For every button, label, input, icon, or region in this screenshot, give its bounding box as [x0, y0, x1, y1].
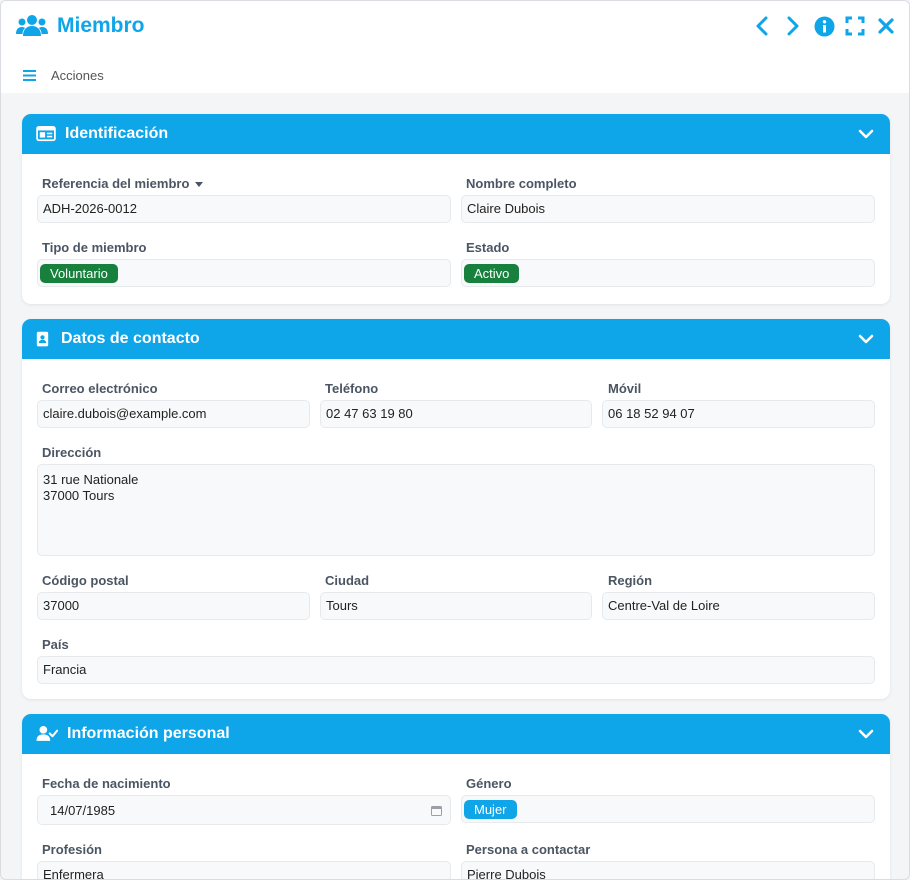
info-icon [814, 16, 834, 36]
chevron-down-icon [858, 729, 874, 739]
telefono-label: Teléfono [325, 381, 379, 396]
estado-badge: Activo [464, 264, 520, 283]
calendar-icon[interactable] [431, 805, 442, 816]
users-icon [16, 15, 48, 36]
title-bar: Miembro [1, 1, 909, 53]
member-window: Miembro Acciones Identificación Referenc… [0, 0, 910, 880]
caret-down-icon [195, 182, 204, 188]
estado-field[interactable]: Activo [461, 259, 875, 287]
ref-label[interactable]: Referencia del miembro [42, 176, 204, 191]
window-title: Miembro [57, 14, 145, 37]
telefono-field[interactable]: 02 47 63 19 80 [320, 400, 592, 428]
chevron-left-icon [756, 16, 768, 36]
genero-label: Género [466, 776, 512, 791]
tipo-label: Tipo de miembro [42, 240, 147, 255]
cp-label: Código postal [42, 573, 129, 588]
ref-field[interactable]: ADH-2026-0012 [37, 195, 451, 223]
profesion-field[interactable]: Enfermera [37, 861, 451, 879]
nacimiento-value: 14/07/1985 [50, 803, 116, 818]
chevron-right-icon [787, 16, 799, 36]
direccion-field[interactable]: 31 rue Nationale 37000 Tours [37, 464, 875, 556]
email-field[interactable]: claire.dubois@example.com [37, 400, 310, 428]
previous-button[interactable] [751, 15, 773, 37]
profesion-label: Profesión [42, 842, 102, 857]
close-button[interactable] [875, 15, 897, 37]
tipo-field[interactable]: Voluntario [37, 259, 451, 287]
genero-field[interactable]: Mujer [461, 795, 875, 823]
persona-contacto-field[interactable]: Pierre Dubois [461, 861, 875, 879]
movil-label: Móvil [608, 381, 642, 396]
expand-icon [845, 16, 865, 36]
tipo-badge: Voluntario [40, 264, 118, 283]
persona-contacto-label: Persona a contactar [466, 842, 591, 857]
identificacion-header[interactable]: Identificación [22, 114, 890, 154]
personal-title: Información personal [67, 725, 230, 742]
identificacion-section: Identificación Referencia del miembro AD… [22, 114, 890, 304]
close-icon [878, 18, 894, 34]
id-card-icon [36, 126, 56, 142]
genero-badge: Mujer [464, 800, 517, 819]
region-field[interactable]: Centre-Val de Loire [602, 592, 875, 620]
identificacion-title: Identificación [65, 125, 169, 142]
hamburger-icon[interactable] [23, 70, 36, 81]
nombre-field[interactable]: Claire Dubois [461, 195, 875, 223]
cp-field[interactable]: 37000 [37, 592, 310, 620]
personal-header[interactable]: Información personal [22, 714, 890, 754]
personal-section: Información personal Fecha de nacimiento… [22, 714, 890, 879]
chevron-down-icon [858, 334, 874, 344]
ciudad-field[interactable]: Tours [320, 592, 592, 620]
actions-bar: Acciones [1, 53, 909, 93]
info-button[interactable] [813, 15, 835, 37]
nacimiento-field[interactable]: 14/07/1985 [37, 795, 451, 825]
address-book-icon [36, 331, 49, 347]
next-button[interactable] [782, 15, 804, 37]
user-check-icon [36, 725, 58, 741]
contacto-section: Datos de contacto Correo electrónico cla… [22, 319, 890, 699]
actions-menu-label[interactable]: Acciones [51, 68, 104, 83]
estado-label: Estado [466, 240, 510, 255]
pais-label: País [42, 637, 69, 652]
chevron-down-icon [858, 129, 874, 139]
movil-field[interactable]: 06 18 52 94 07 [602, 400, 875, 428]
title-actions [751, 15, 897, 37]
email-label: Correo electrónico [42, 381, 158, 396]
expand-button[interactable] [844, 15, 866, 37]
ciudad-label: Ciudad [325, 573, 370, 588]
contacto-title: Datos de contacto [61, 330, 200, 347]
direccion-label: Dirección [42, 445, 102, 460]
nacimiento-label: Fecha de nacimiento [42, 776, 171, 791]
region-label: Región [608, 573, 653, 588]
pais-field[interactable]: Francia [37, 656, 875, 684]
contacto-header[interactable]: Datos de contacto [22, 319, 890, 359]
nombre-label: Nombre completo [466, 176, 577, 191]
